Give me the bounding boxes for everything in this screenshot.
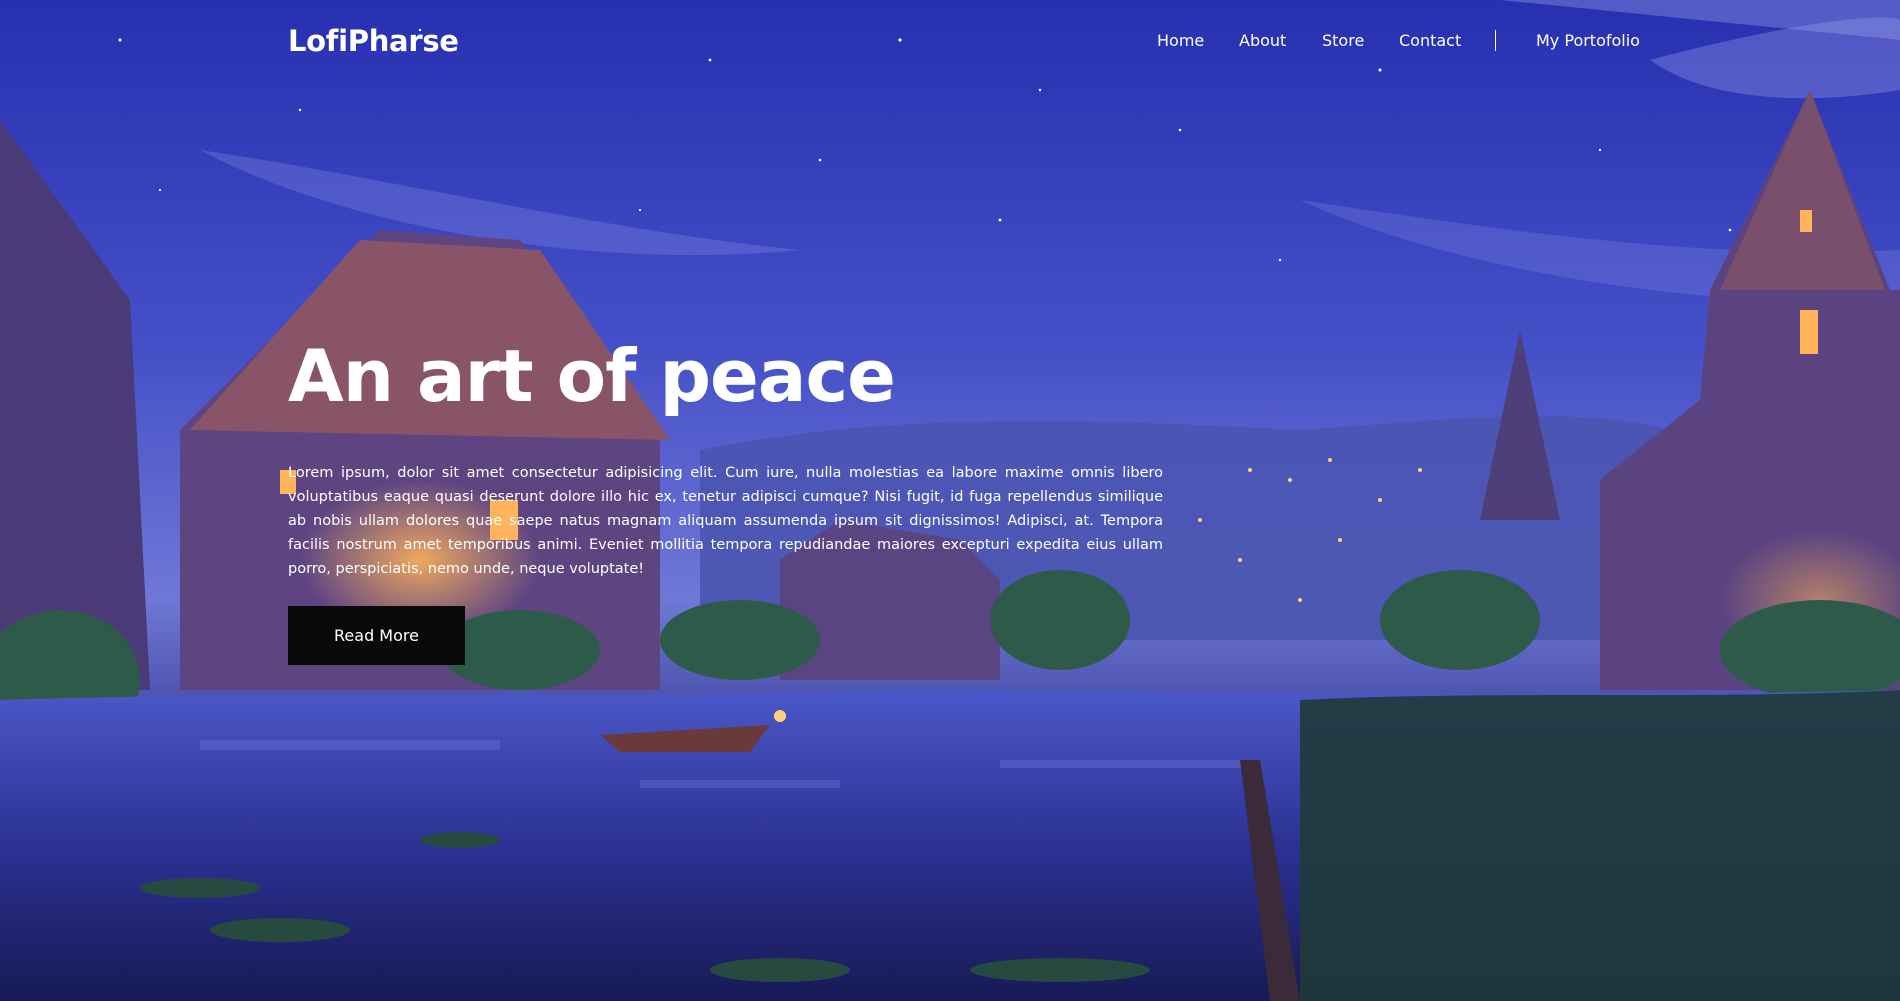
nav-divider xyxy=(1495,30,1496,51)
nav-item-about[interactable]: About xyxy=(1239,31,1286,50)
hero-title: An art of peace xyxy=(288,334,896,418)
nav-item-store[interactable]: Store xyxy=(1322,31,1364,50)
main-nav: Home About Store Contact My Portofolio xyxy=(0,30,1900,61)
hero-section: An art of peace Lorem ipsum, dolor sit a… xyxy=(288,332,1163,581)
hero-description: Lorem ipsum, dolor sit amet consectetur … xyxy=(288,465,1163,577)
top-navigation-bar: LofiPharse Home About Store Contact My P… xyxy=(0,0,1900,90)
read-more-button[interactable]: Read More xyxy=(288,606,465,665)
nav-item-portfolio[interactable]: My Portofolio xyxy=(1536,31,1640,50)
nav-item-contact[interactable]: Contact xyxy=(1399,31,1461,50)
nav-item-home[interactable]: Home xyxy=(1157,31,1204,50)
